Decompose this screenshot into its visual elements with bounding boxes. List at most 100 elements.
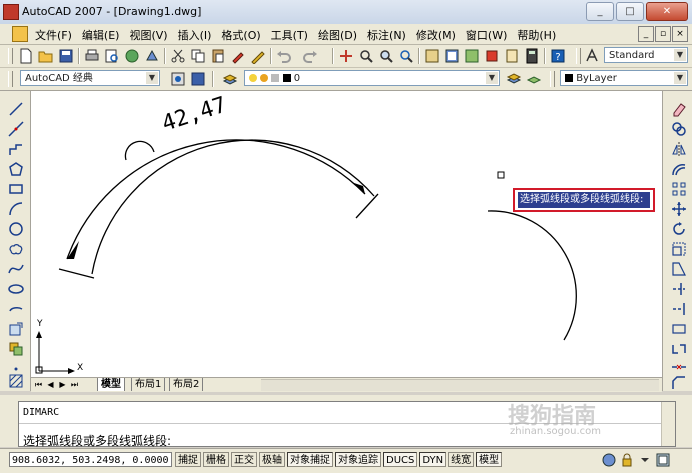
block-editor-icon[interactable] <box>250 48 266 64</box>
doc-restore-button[interactable]: ▫ <box>655 26 671 42</box>
undo-icon[interactable] <box>276 48 292 64</box>
construction-line-icon[interactable] <box>8 121 24 137</box>
properties-toolbar-grip[interactable] <box>550 71 555 87</box>
properties-icon[interactable] <box>424 48 440 64</box>
first-tab-button[interactable]: ⏮ <box>33 379 44 390</box>
menu-file[interactable]: 文件(F) <box>30 27 77 43</box>
make-block-icon[interactable] <box>8 341 24 357</box>
previous-tab-button[interactable]: ◀ <box>45 379 56 390</box>
polar-toggle[interactable]: 极轴 <box>259 452 285 467</box>
doc-minimize-button[interactable]: _ <box>638 26 654 42</box>
zoom-window-icon[interactable] <box>378 48 394 64</box>
offset-icon[interactable] <box>671 161 687 177</box>
next-tab-button[interactable]: ▶ <box>57 379 68 390</box>
styles-toolbar-grip[interactable] <box>576 48 581 64</box>
autocad-app-icon[interactable] <box>3 4 19 20</box>
insert-block-icon[interactable] <box>8 321 24 337</box>
menu-modify[interactable]: 修改(M) <box>411 27 461 43</box>
polyline-icon[interactable] <box>8 141 24 157</box>
hatch-icon[interactable] <box>8 373 24 389</box>
ellipse-arc-icon[interactable] <box>8 301 24 317</box>
break-at-point-icon[interactable] <box>671 321 687 337</box>
menu-format[interactable]: 格式(O) <box>216 27 265 43</box>
minimize-button[interactable]: _ <box>586 2 614 21</box>
polygon-icon[interactable] <box>8 161 24 177</box>
menu-view[interactable]: 视图(V) <box>124 27 172 43</box>
menu-dimension[interactable]: 标注(N) <box>362 27 411 43</box>
maximize-button[interactable]: □ <box>616 2 644 21</box>
match-properties-icon[interactable] <box>230 48 246 64</box>
model-space-toggle[interactable]: 模型 <box>476 452 503 467</box>
ortho-toggle[interactable]: 正交 <box>231 452 257 467</box>
text-style-dropdown[interactable]: Standard ▼ <box>604 47 688 63</box>
workspace-toolbar-grip[interactable] <box>8 71 13 87</box>
tab-layout1[interactable]: 布局1 <box>131 378 166 391</box>
otrack-toggle[interactable]: 对象追踪 <box>335 452 381 467</box>
quickcalc-icon[interactable] <box>524 48 540 64</box>
move-icon[interactable] <box>671 201 687 217</box>
revision-cloud-icon[interactable] <box>8 241 24 257</box>
menu-draw[interactable]: 绘图(D) <box>313 27 362 43</box>
sheet-set-icon[interactable] <box>484 48 500 64</box>
command-prompt-line[interactable]: 选择弧线段或多段线弧线段: <box>23 432 171 449</box>
save-icon[interactable] <box>58 48 74 64</box>
last-tab-button[interactable]: ⏭ <box>69 379 80 390</box>
array-icon[interactable] <box>671 181 687 197</box>
menu-insert[interactable]: 插入(I) <box>173 27 217 43</box>
spline-icon[interactable] <box>8 261 24 277</box>
plot-icon[interactable] <box>84 48 100 64</box>
text-style-icon[interactable] <box>584 48 600 64</box>
coordinate-display[interactable]: 908.6032, 503.2498, 0.0000 <box>9 452 172 467</box>
join-icon[interactable] <box>671 359 687 375</box>
dyn-toggle[interactable]: DYN <box>419 452 447 467</box>
extend-icon[interactable] <box>671 301 687 317</box>
horizontal-scrollbar[interactable] <box>261 379 659 391</box>
rectangle-icon[interactable] <box>8 181 24 197</box>
stretch-icon[interactable] <box>671 261 687 277</box>
status-menu-chevron-icon[interactable] <box>638 453 652 467</box>
scale-icon[interactable] <box>671 241 687 257</box>
cut-icon[interactable] <box>170 48 186 64</box>
help-icon[interactable]: ? <box>550 48 566 64</box>
workspace-save-icon[interactable] <box>190 71 206 87</box>
tool-palettes-icon[interactable] <box>464 48 480 64</box>
color-control-dropdown[interactable]: ByLayer ▼ <box>560 70 688 86</box>
circle-icon[interactable] <box>8 221 24 237</box>
communication-center-icon[interactable] <box>602 453 616 467</box>
zoom-previous-icon[interactable] <box>398 48 414 64</box>
lineweight-toggle[interactable]: 线宽 <box>448 452 475 467</box>
menu-tools[interactable]: 工具(T) <box>266 27 313 43</box>
ellipse-icon[interactable] <box>8 281 24 297</box>
chamfer-icon[interactable] <box>671 375 687 391</box>
pan-realtime-icon[interactable] <box>338 48 354 64</box>
command-scrollbar[interactable] <box>661 402 675 446</box>
new-icon[interactable] <box>18 48 34 64</box>
menu-help[interactable]: 帮助(H) <box>512 27 561 43</box>
markup-icon[interactable] <box>504 48 520 64</box>
mirror-icon[interactable] <box>671 141 687 157</box>
rotate-icon[interactable] <box>671 221 687 237</box>
clean-screen-icon[interactable] <box>656 453 670 467</box>
toolbar-grip[interactable] <box>8 48 13 64</box>
design-center-icon[interactable] <box>444 48 460 64</box>
line-tool-icon[interactable] <box>8 101 24 117</box>
paste-icon[interactable] <box>210 48 226 64</box>
grid-toggle[interactable]: 栅格 <box>203 452 229 467</box>
workspace-dropdown[interactable]: AutoCAD 经典 ▼ <box>20 70 160 86</box>
make-object-layer-current-icon[interactable] <box>506 71 522 87</box>
menu-edit[interactable]: 编辑(E) <box>77 27 125 43</box>
ducs-toggle[interactable]: DUCS <box>383 452 418 467</box>
snap-toggle[interactable]: 捕捉 <box>175 452 201 467</box>
menu-window[interactable]: 窗口(W) <box>461 27 512 43</box>
tab-layout2[interactable]: 布局2 <box>169 378 204 391</box>
plot-preview-icon[interactable] <box>104 48 120 64</box>
layer-manager-icon[interactable] <box>222 71 238 87</box>
arc-icon[interactable] <box>8 201 24 217</box>
workspace-settings-icon[interactable] <box>170 71 186 87</box>
zoom-realtime-icon[interactable] <box>358 48 374 64</box>
open-icon[interactable] <box>38 48 54 64</box>
erase-icon[interactable] <box>671 101 687 117</box>
tab-model[interactable]: 模型 <box>97 378 125 391</box>
doc-close-button[interactable]: × <box>672 26 688 42</box>
copy-object-icon[interactable] <box>671 121 687 137</box>
